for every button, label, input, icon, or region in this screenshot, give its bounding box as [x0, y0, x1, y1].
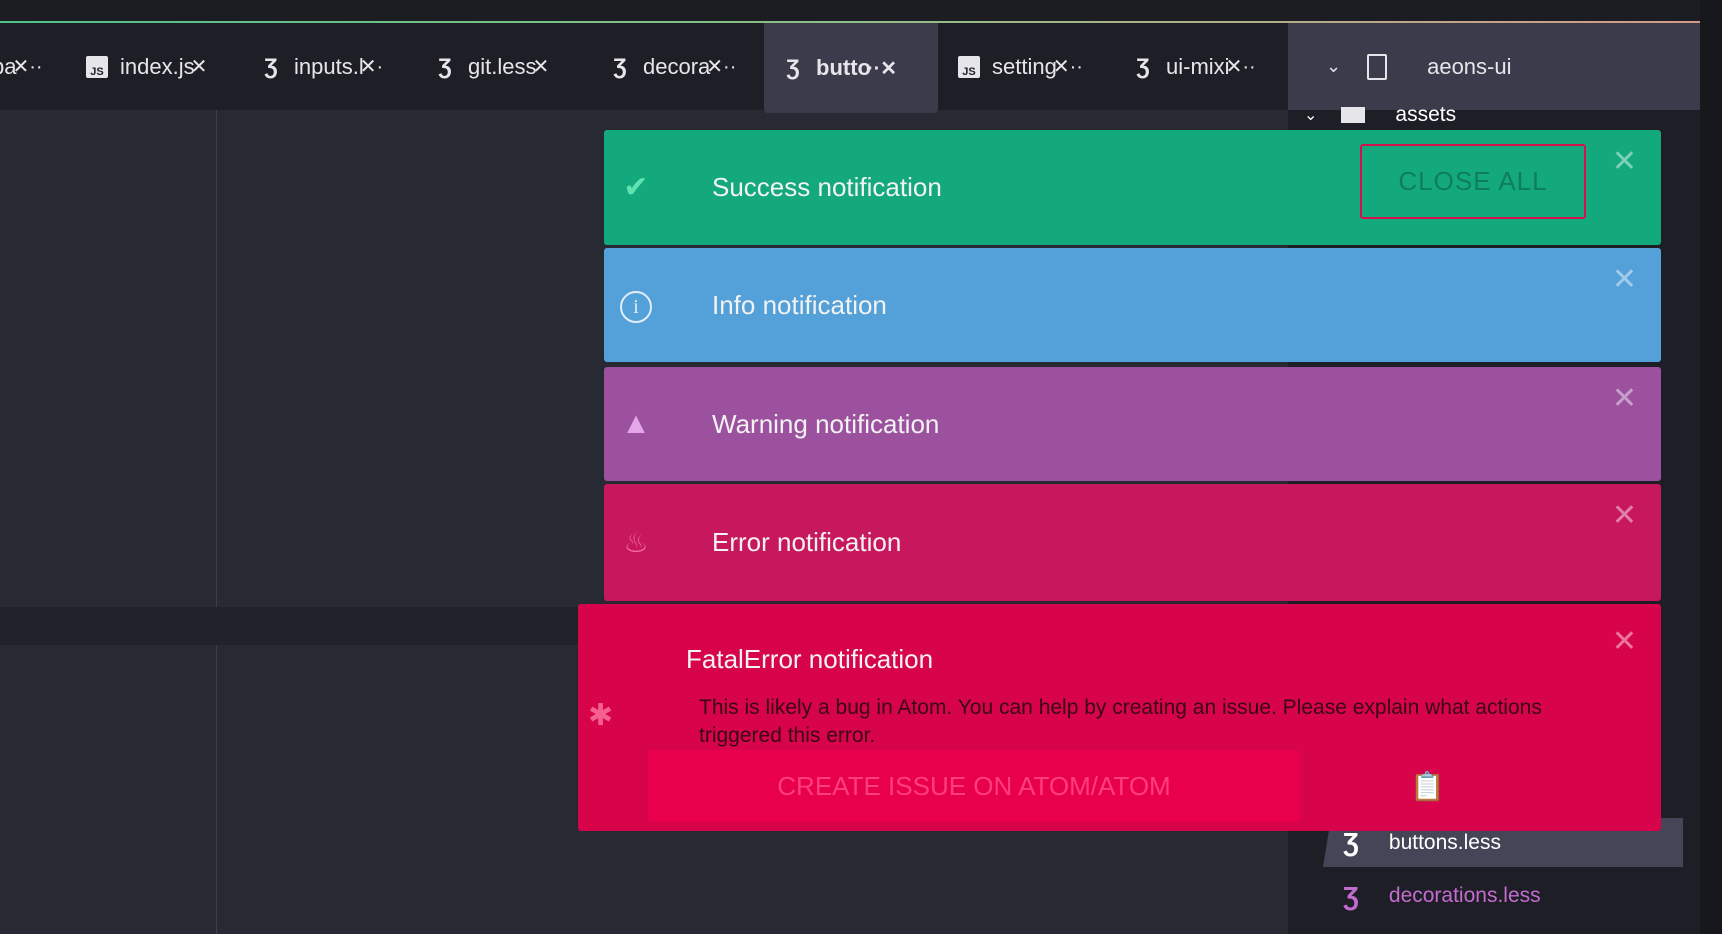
close-icon[interactable]: ··✕: [867, 56, 897, 81]
notification-detail: This is likely a bug in Atom. You can he…: [699, 696, 1542, 747]
close-icon[interactable]: ✕: [1612, 144, 1637, 179]
tab-active[interactable]: Ʒbutto ··✕: [764, 23, 938, 113]
close-icon[interactable]: ✕: [1612, 624, 1637, 659]
clipboard-icon[interactable]: 📋: [1410, 770, 1445, 803]
close-icon[interactable]: ✕: [1612, 262, 1637, 297]
tab[interactable]: JS index.js ✕: [86, 23, 207, 110]
tab-bar: pa✕·· JSindex.js✕ Ʒinputs.l✕· Ʒgit.less✕…: [0, 23, 1288, 113]
title-bar: [0, 0, 1722, 22]
css-icon: Ʒ: [1343, 827, 1359, 857]
close-icon[interactable]: ✕··: [706, 54, 736, 79]
bug-icon: ✱: [588, 699, 614, 732]
close-icon[interactable]: ✕: [1612, 381, 1637, 416]
success-notification: ✔ Success notification CLOSE ALL ✕: [604, 130, 1661, 245]
tab[interactable]: Ʒdecora ✕··: [609, 23, 736, 110]
notification-title: FatalError notification: [686, 644, 934, 674]
chevron-down-icon: ⌄: [1304, 107, 1318, 124]
js-icon: JS: [958, 55, 980, 78]
css-icon: Ʒ: [438, 53, 452, 79]
tab-label: index.js: [120, 53, 195, 79]
close-icon[interactable]: ✕··: [1226, 54, 1256, 79]
close-all-button[interactable]: CLOSE ALL: [1360, 144, 1586, 219]
tab-label: inputs.l: [294, 53, 364, 79]
tab[interactable]: pa✕··: [0, 23, 43, 110]
folder-icon: [1341, 107, 1366, 123]
cursor-line: [0, 607, 600, 645]
flame-icon: ♨: [623, 527, 649, 558]
tab-label: setting: [992, 53, 1057, 79]
css-icon: Ʒ: [613, 53, 627, 79]
close-icon[interactable]: ✕··: [1053, 54, 1083, 79]
tree-item-label: decorations.less: [1388, 884, 1541, 907]
info-icon: i: [618, 287, 654, 324]
tab-label: ui-mixi: [1166, 53, 1230, 79]
tab-label: butto: [816, 55, 871, 80]
warning-notification: ▲ Warning notification ✕: [604, 367, 1661, 481]
close-icon[interactable]: ✕: [191, 54, 208, 79]
tab-label: decora: [643, 53, 711, 79]
error-notification: ♨ Error notification ✕: [604, 484, 1661, 601]
tab[interactable]: JS setting ✕··: [958, 23, 1083, 110]
wrap-guide: [216, 110, 217, 934]
css-icon: Ʒ: [1136, 53, 1150, 79]
close-icon[interactable]: ✕·: [360, 54, 383, 79]
close-icon[interactable]: ✕: [1612, 498, 1637, 533]
notification-title: Success notification: [712, 172, 942, 202]
tab[interactable]: Ʒgit.less ✕: [434, 23, 549, 110]
info-notification: i Info notification ✕: [604, 248, 1661, 362]
tab[interactable]: Ʒui-mixi ✕··: [1132, 23, 1256, 110]
notification-title: Error notification: [712, 527, 902, 557]
js-icon: JS: [86, 55, 108, 78]
project-name: aeons-ui: [1427, 53, 1512, 79]
notification-title: Warning notification: [712, 408, 940, 439]
tree-item-label: buttons.less: [1388, 830, 1501, 854]
css-icon: Ʒ: [264, 53, 278, 79]
tab-label: git.less: [468, 53, 537, 79]
tab[interactable]: Ʒinputs.l ✕·: [260, 23, 383, 110]
chevron-down-icon[interactable]: ⌄: [1326, 56, 1341, 77]
tree-item-decorations-less[interactable]: Ʒ decorations.less: [1343, 874, 1541, 918]
tree-item-label: assets: [1395, 103, 1457, 126]
check-icon: ✔: [623, 171, 649, 204]
css-icon: Ʒ: [1343, 880, 1359, 911]
repo-icon: [1367, 53, 1388, 80]
tree-item-assets[interactable]: ⌄ assets: [1304, 102, 1456, 128]
scrollbar-track[interactable]: [1700, 0, 1722, 934]
notification-title: Info notification: [712, 289, 887, 320]
css-icon: Ʒ: [786, 55, 800, 80]
warning-icon: ▲: [621, 407, 651, 440]
tree-view-header[interactable]: ⌄ aeons-ui: [1288, 23, 1700, 110]
fatal-error-notification: ✱ FatalError notification This is likely…: [578, 604, 1661, 831]
close-icon[interactable]: ✕: [532, 54, 549, 79]
close-icon[interactable]: ✕··: [12, 54, 42, 79]
create-issue-button[interactable]: CREATE ISSUE ON ATOM/ATOM: [648, 750, 1300, 822]
